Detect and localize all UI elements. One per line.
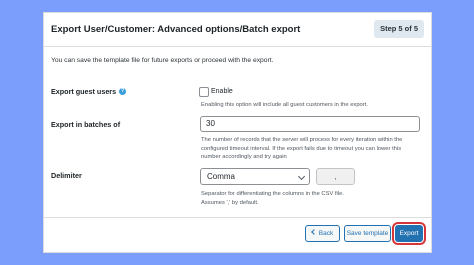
guest-users-label-text: Export guest users [51,87,117,96]
delimiter-label: Delimiter [51,171,82,180]
batch-help-line: number accordingly and try again [201,154,287,160]
batch-size-label: Export in batches of [51,120,121,129]
delimiter-selected-value: Comma [207,172,236,181]
back-button-label: Back [318,230,334,237]
delimiter-value-input[interactable]: , [316,168,355,185]
batch-help-line: The number of records that the server wi… [201,137,403,143]
panel-footer: Back Save template Export [44,217,431,252]
batch-size-input[interactable]: 30 [200,116,420,132]
panel-header: Export User/Customer: Advanced options/B… [44,13,431,47]
intro-text: You can save the template file for futur… [51,57,274,64]
save-template-button[interactable]: Save template [344,225,391,242]
help-icon[interactable]: ? [119,88,127,95]
export-panel: Export User/Customer: Advanced options/B… [43,12,432,253]
chevron-down-icon [297,172,306,181]
batch-help-text: The number of records that the server wi… [201,136,402,162]
guest-help-text: Enabling this option will include all gu… [201,102,368,108]
batch-help-line: configured timeout interval. If the expo… [201,145,402,152]
back-button[interactable]: Back [305,225,340,242]
step-badge: Step 5 of 5 [374,20,424,38]
page-title: Export User/Customer: Advanced options/B… [51,24,301,35]
enable-guest-checkbox[interactable] [199,87,209,97]
delimiter-help-line: Assumes ',' by default. [201,199,259,206]
delimiter-select[interactable]: Comma [200,168,310,185]
back-arrow-icon [310,229,317,235]
enable-guest-label[interactable]: Enable [211,88,233,95]
export-button[interactable]: Export [392,222,426,245]
delimiter-help-line: Separator for differentiating the column… [201,191,344,197]
guest-users-label: Export guest users? [51,87,127,96]
delimiter-help-text: Separator for differentiating the column… [201,190,344,207]
